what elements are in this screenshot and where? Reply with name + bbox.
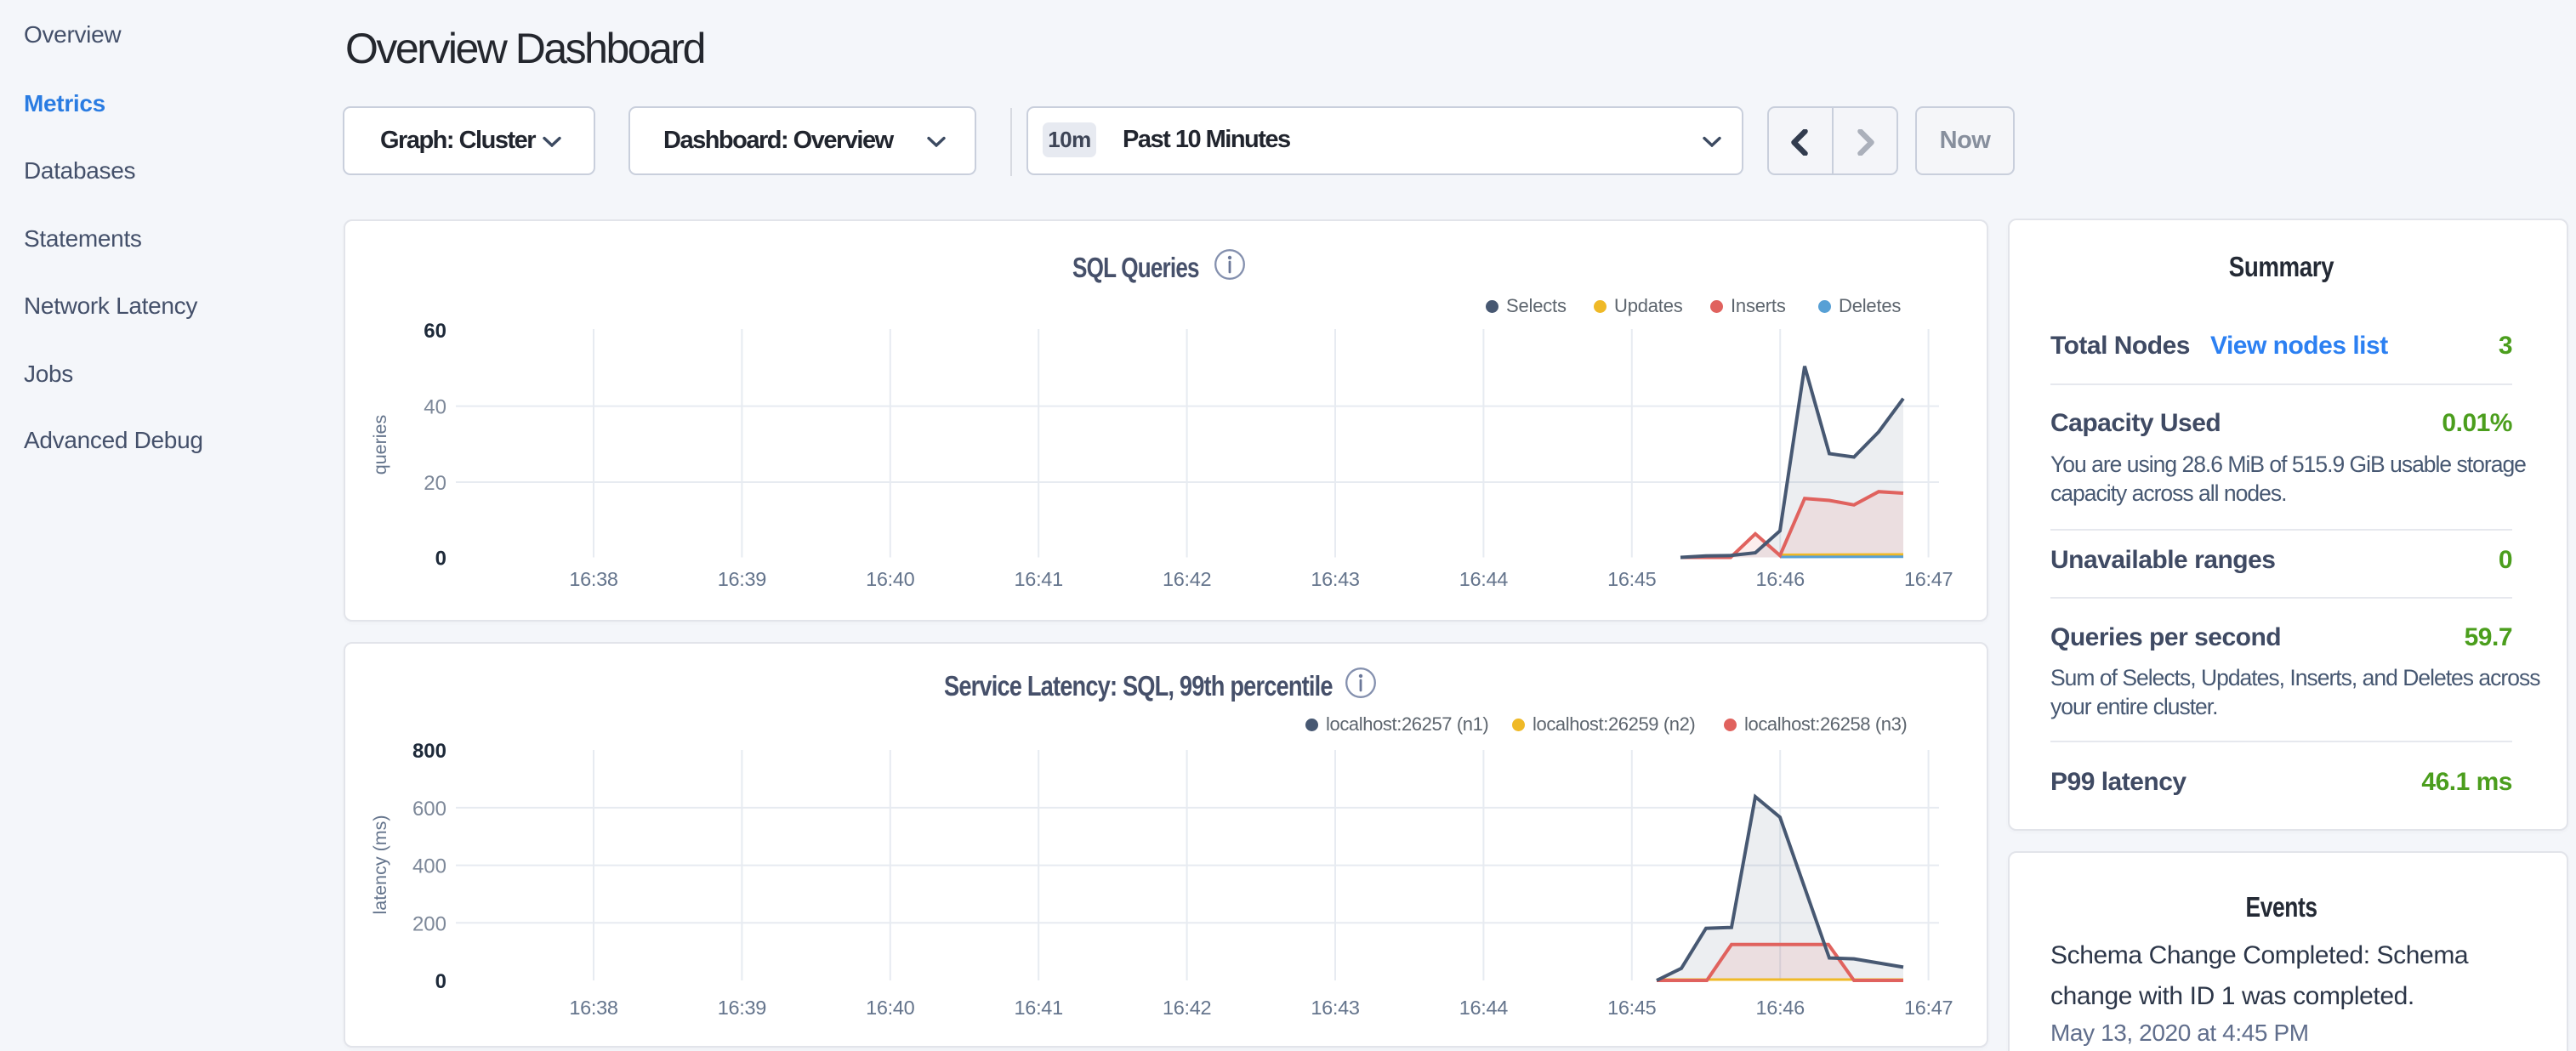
svg-text:16:40: 16:40 <box>866 997 915 1019</box>
svg-text:600: 600 <box>412 798 446 821</box>
svg-text:16:38: 16:38 <box>569 997 618 1019</box>
svg-text:16:41: 16:41 <box>1015 568 1063 590</box>
svg-text:60: 60 <box>424 320 446 343</box>
svg-text:16:44: 16:44 <box>1459 997 1509 1019</box>
svg-text:0: 0 <box>435 548 446 571</box>
svg-text:16:40: 16:40 <box>866 568 915 590</box>
svg-text:queries: queries <box>370 415 390 475</box>
svg-text:16:45: 16:45 <box>1607 997 1657 1019</box>
svg-text:16:39: 16:39 <box>718 568 766 590</box>
svg-text:16:46: 16:46 <box>1756 568 1805 590</box>
svg-text:16:44: 16:44 <box>1459 568 1509 590</box>
svg-text:16:42: 16:42 <box>1163 568 1211 590</box>
svg-text:40: 40 <box>424 396 446 419</box>
svg-text:16:41: 16:41 <box>1015 997 1063 1019</box>
svg-text:16:43: 16:43 <box>1311 568 1360 590</box>
svg-text:200: 200 <box>412 912 446 935</box>
svg-text:latency (ms): latency (ms) <box>370 815 390 914</box>
svg-text:16:45: 16:45 <box>1607 568 1657 590</box>
svg-text:16:43: 16:43 <box>1311 997 1360 1019</box>
svg-text:400: 400 <box>412 855 446 878</box>
svg-text:0: 0 <box>435 970 446 993</box>
svg-text:16:42: 16:42 <box>1163 997 1211 1019</box>
svg-text:800: 800 <box>412 740 446 763</box>
svg-text:16:47: 16:47 <box>1904 997 1953 1019</box>
svg-text:16:38: 16:38 <box>569 568 618 590</box>
svg-text:16:46: 16:46 <box>1756 997 1805 1019</box>
svg-text:16:39: 16:39 <box>718 997 766 1019</box>
svg-text:20: 20 <box>424 472 446 495</box>
svg-text:16:47: 16:47 <box>1904 568 1953 590</box>
